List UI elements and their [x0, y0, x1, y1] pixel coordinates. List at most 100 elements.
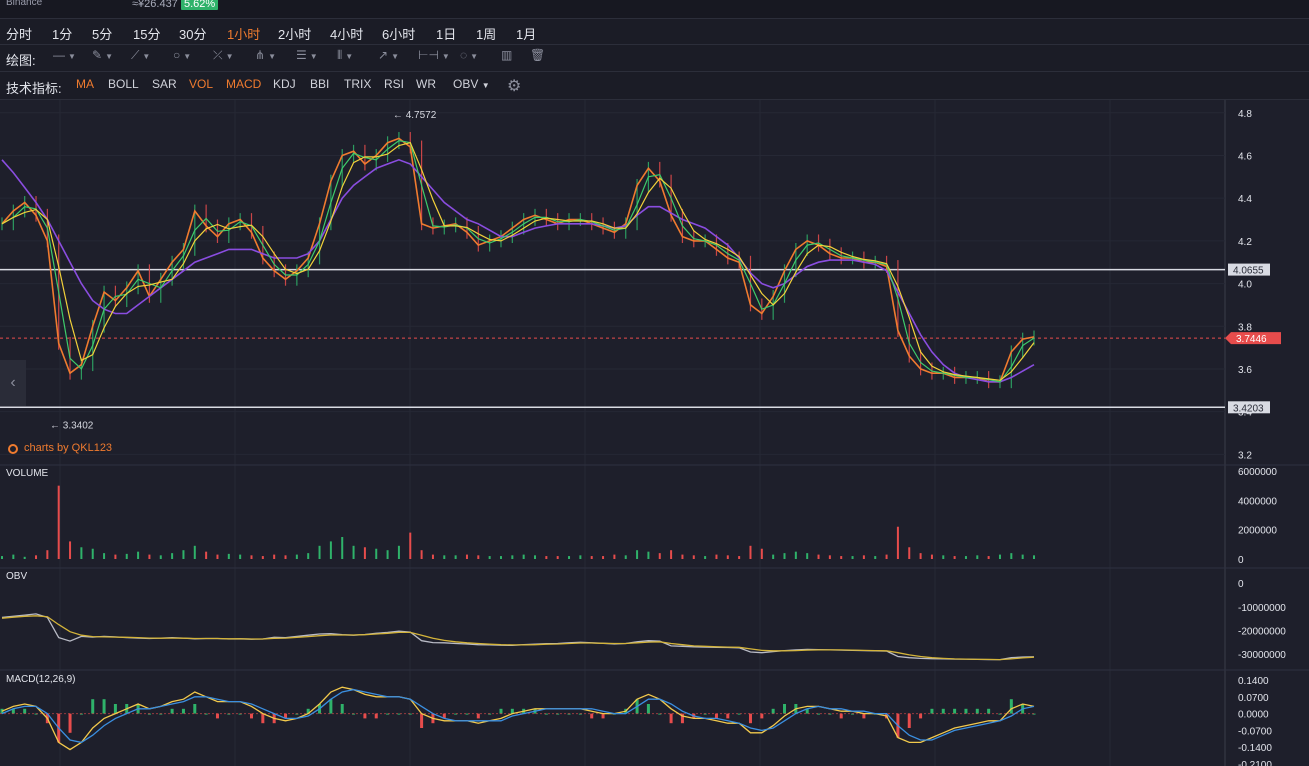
volume-bar	[511, 555, 514, 559]
macd-histogram-bar	[1009, 699, 1013, 714]
indicator-wr[interactable]: WR	[416, 77, 436, 91]
volume-bar	[726, 555, 729, 559]
cross-tool-icon[interactable]: ⤫ ▼	[213, 48, 234, 66]
trash-icon[interactable]: 🗑	[530, 48, 545, 66]
volume-bar	[692, 555, 695, 559]
timeframe-6h[interactable]: 6小时	[382, 24, 415, 43]
volume-bar	[919, 553, 922, 559]
indicator-vol[interactable]: VOL	[189, 77, 213, 91]
price-tick-label: 4.4	[1238, 194, 1252, 205]
volume-bar	[69, 541, 72, 559]
pencil-tool-icon[interactable]: ✎ ▼	[92, 48, 113, 66]
volume-bar	[91, 548, 94, 559]
macd-histogram-bar	[102, 699, 106, 714]
timeframe-30m[interactable]: 30分	[179, 24, 206, 43]
indicator-ma[interactable]: MA	[76, 77, 94, 91]
chart-tool-icon[interactable]: ▥	[501, 48, 512, 66]
volume-bar	[182, 550, 185, 559]
volume-bar	[908, 547, 911, 559]
volume-bar	[636, 550, 639, 559]
volume-bar	[46, 550, 49, 559]
volume-bar	[670, 550, 673, 559]
indicator-sar[interactable]: SAR	[152, 77, 177, 91]
volume-bar	[1021, 554, 1024, 559]
volume-bar	[171, 553, 174, 559]
indicator-bbi[interactable]: BBI	[310, 77, 329, 91]
volume-bar	[114, 554, 117, 559]
volume-bar	[885, 554, 888, 559]
volume-bar	[57, 485, 60, 559]
indicator-rsi[interactable]: RSI	[384, 77, 404, 91]
horizontal-lines-tool-icon[interactable]: ☰ ▼	[296, 48, 318, 66]
volume-bar	[148, 554, 151, 559]
volume-bar	[862, 555, 865, 559]
volume-bar	[273, 554, 276, 559]
price-cny: ≈¥26.437	[132, 0, 178, 10]
timeframe-15m[interactable]: 15分	[133, 24, 160, 43]
indicator-boll[interactable]: BOLL	[108, 77, 139, 91]
range-tool-icon[interactable]: ⊢⊣ ▼	[418, 48, 450, 66]
change-badge: 5.62%	[181, 0, 219, 10]
arrow-tool-icon[interactable]: ↗ ▼	[378, 48, 399, 66]
volume-bar	[103, 553, 106, 559]
volume-bar	[942, 555, 945, 559]
macd-histogram-bar	[669, 713, 673, 724]
indicator-macd[interactable]: MACD	[226, 77, 261, 91]
macd-histogram-bar	[748, 713, 752, 724]
macd-histogram-bar	[783, 704, 787, 714]
indicator-kdj[interactable]: KDJ	[273, 77, 296, 91]
timeframe-2h[interactable]: 2小时	[278, 24, 311, 43]
exchange-name: Binance	[6, 0, 43, 8]
timeframe-4h[interactable]: 4小时	[330, 24, 363, 43]
macd-histogram-bar	[919, 713, 923, 719]
macd-histogram-bar	[23, 708, 27, 714]
macd-histogram-bar	[181, 708, 185, 714]
circle-tool-icon[interactable]: ○ ▼	[173, 48, 191, 66]
volume-bar	[794, 551, 797, 559]
timeframe-1w[interactable]: 1周	[476, 24, 496, 43]
volume-bar	[375, 548, 378, 559]
volume-bar	[681, 554, 684, 559]
obv-tick-label: 0	[1238, 579, 1244, 590]
volume-bar	[874, 556, 877, 559]
volume-bar	[817, 554, 820, 559]
price-tick-label: 4.8	[1238, 109, 1252, 120]
volume-bar	[613, 554, 616, 559]
macd-histogram-bar	[193, 704, 197, 714]
volume-bar	[998, 554, 1001, 559]
obv-tick-label: -20000000	[1238, 626, 1286, 637]
pitchfork-tool-icon[interactable]: ⋔ ▼	[255, 48, 276, 66]
timeframe-1m[interactable]: 1分	[52, 24, 72, 43]
indicator-obv[interactable]: OBV ▼	[453, 77, 490, 91]
timeframe-5m[interactable]: 5分	[92, 24, 112, 43]
timeframe-1h[interactable]: 1小时	[227, 24, 260, 43]
timeframe-fenshi[interactable]: 分时	[6, 24, 32, 43]
volume-bar	[522, 554, 525, 559]
macd-histogram-bar	[420, 713, 424, 728]
volume-bar	[806, 553, 809, 559]
indicator-trix[interactable]: TRIX	[344, 77, 371, 91]
volume-bar	[12, 554, 15, 559]
comment-tool-icon[interactable]: ◌ ▼	[460, 48, 478, 66]
volume-bar	[80, 547, 83, 559]
vertical-lines-tool-icon[interactable]: ⦀ ▼	[337, 48, 353, 66]
volume-bar	[545, 556, 548, 559]
timeframe-1d[interactable]: 1日	[436, 24, 456, 43]
timeframe-1mo[interactable]: 1月	[516, 24, 536, 43]
volume-bar	[568, 556, 571, 559]
volume-bar	[35, 555, 38, 559]
volume-bar	[964, 556, 967, 559]
timeframe-bar: 分时 1分 5分 15分 30分 1小时 2小时 4小时 6小时 1日 1周 1…	[0, 19, 1309, 45]
scroll-left-icon[interactable]: ‹	[0, 360, 26, 406]
ray-tool-icon[interactable]: ⟋ ▼	[131, 48, 150, 66]
macd-histogram-bar	[170, 708, 174, 714]
obv-tick-label: -30000000	[1238, 650, 1286, 661]
macd-histogram-bar	[726, 713, 730, 719]
line-tool-icon[interactable]: — ▼	[53, 48, 76, 66]
volume-bar	[704, 556, 707, 559]
volume-bar	[284, 555, 287, 559]
gear-icon[interactable]: ⚙	[507, 76, 521, 96]
chart-area[interactable]: 4.84.64.44.24.03.83.63.43.24.06553.42033…	[0, 100, 1309, 766]
qkl123-logo-icon	[8, 444, 18, 454]
volume-tick-label: 0	[1238, 555, 1244, 566]
